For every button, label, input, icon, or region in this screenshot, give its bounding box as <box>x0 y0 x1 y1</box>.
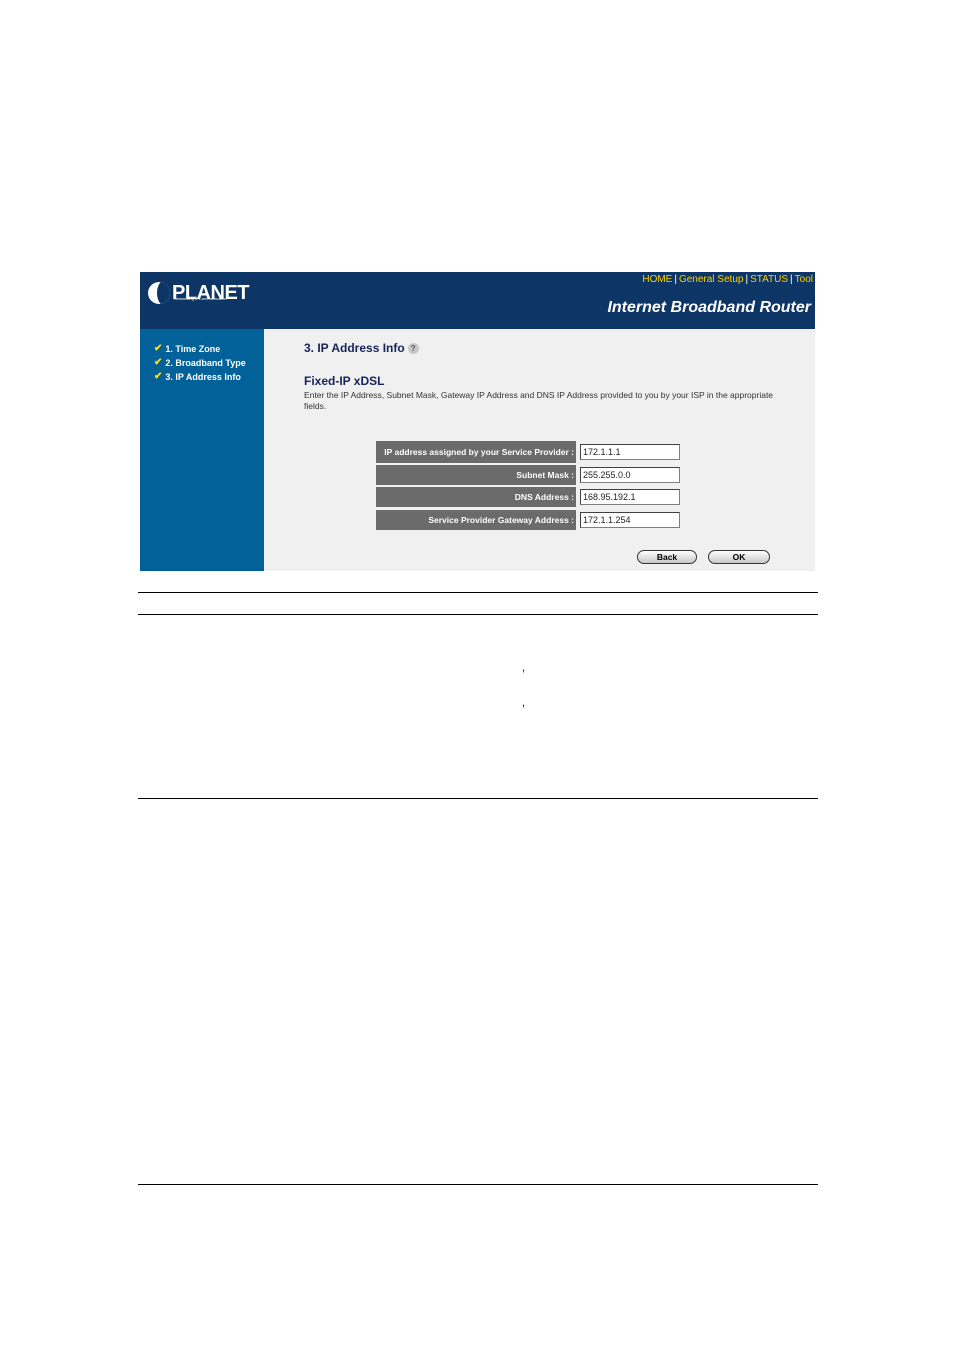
checkmark-icon: ✔ <box>154 357 163 368</box>
section-description: Enter the IP Address, Subnet Mask, Gatew… <box>304 390 774 411</box>
comma-mark: , <box>522 697 526 709</box>
header-bar: PLANET Networking & Communication HOME | G… <box>140 272 815 329</box>
checkmark-icon: ✔ <box>154 343 163 354</box>
ip-address-label: IP address assigned by your Service Prov… <box>376 441 576 463</box>
ip-address-input[interactable] <box>580 444 680 460</box>
sidebar-item-ip-address-info[interactable]: ✔ 3. IP Address Info <box>154 371 241 382</box>
subnet-mask-input[interactable] <box>580 467 680 483</box>
dns-address-input[interactable] <box>580 489 680 505</box>
back-button[interactable]: Back <box>637 550 697 564</box>
section-title: Fixed-IP xDSL <box>304 374 385 388</box>
ok-button[interactable]: OK <box>708 550 770 564</box>
sidebar-item-broadband-type[interactable]: ✔ 2. Broadband Type <box>154 357 246 368</box>
divider <box>138 614 818 615</box>
page-title: 3. IP Address Info? <box>304 341 419 355</box>
dns-address-label: DNS Address : <box>376 487 576 507</box>
divider <box>138 592 818 593</box>
gateway-address-input[interactable] <box>580 512 680 528</box>
router-title: Internet Broadband Router <box>607 299 811 316</box>
gateway-address-label: Service Provider Gateway Address : <box>376 510 576 530</box>
nav-status-link[interactable]: STATUS <box>750 274 788 285</box>
top-nav: HOME | General Setup | STATUS | Tool <box>642 274 813 285</box>
checkmark-icon: ✔ <box>154 371 163 382</box>
sidebar: ✔ 1. Time Zone ✔ 2. Broadband Type ✔ 3. … <box>140 329 264 571</box>
form-row-ip-address: IP address assigned by your Service Prov… <box>376 441 686 463</box>
form-row-gateway-address: Service Provider Gateway Address : <box>376 510 686 530</box>
comma-mark: , <box>522 662 526 674</box>
sidebar-item-label: 1. Time Zone <box>165 343 221 354</box>
router-screenshot: PLANET Networking & Communication HOME | G… <box>140 272 815 571</box>
divider <box>138 798 818 799</box>
nav-home-link[interactable]: HOME <box>642 274 672 285</box>
planet-logo-icon <box>148 282 170 304</box>
page-title-text: 3. IP Address Info <box>304 341 405 355</box>
logo-text: PLANET <box>172 281 250 304</box>
divider <box>138 1184 818 1185</box>
form-row-subnet-mask: Subnet Mask : <box>376 465 686 485</box>
sidebar-item-label: 2. Broadband Type <box>165 357 246 368</box>
logo-subtitle: Networking & Communication <box>174 296 227 301</box>
sidebar-item-time-zone[interactable]: ✔ 1. Time Zone <box>154 343 220 354</box>
form-row-dns-address: DNS Address : <box>376 487 686 507</box>
main-content: 3. IP Address Info? Fixed-IP xDSL Enter … <box>264 329 815 571</box>
nav-tool-link[interactable]: Tool <box>795 274 813 285</box>
sidebar-item-label: 3. IP Address Info <box>165 371 241 382</box>
help-icon[interactable]: ? <box>407 343 419 355</box>
nav-general-setup-link[interactable]: General Setup <box>679 274 744 285</box>
subnet-mask-label: Subnet Mask : <box>376 465 576 485</box>
planet-logo: PLANET <box>148 280 250 306</box>
